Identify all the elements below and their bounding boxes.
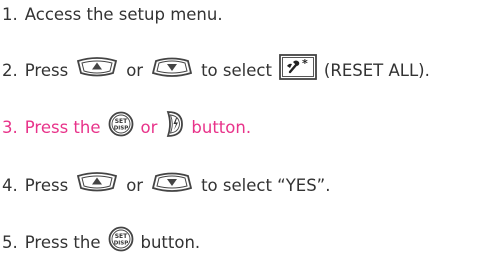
step-number: 3. <box>2 118 18 137</box>
step-1: 1. Access the setup menu. <box>2 1 223 29</box>
step-text-post: button. <box>140 233 201 252</box>
step-3: 3. Press the SET DISP or button. <box>2 110 252 142</box>
step-2: 2. Press or to select * (RESET ALL). <box>2 53 430 87</box>
step-text-post: to select “YES”. <box>201 176 331 195</box>
step-4: 4. Press or to select “YES”. <box>2 171 331 202</box>
reset-all-icon: * <box>279 53 317 89</box>
flash-button-icon <box>164 110 184 147</box>
step-number: 1. <box>2 5 18 24</box>
step-number: 2. <box>2 61 18 80</box>
step-text-or: or <box>126 176 144 195</box>
svg-text:SET: SET <box>114 233 127 240</box>
svg-text:*: * <box>302 57 308 70</box>
svg-text:DISP: DISP <box>113 125 128 131</box>
step-text-post: button. <box>191 118 252 137</box>
down-button-icon <box>150 56 194 87</box>
up-button-icon <box>75 171 119 202</box>
step-text-or: or <box>140 118 158 137</box>
svg-text:SET: SET <box>114 118 127 125</box>
step-number: 4. <box>2 176 18 195</box>
set-disp-button-icon: SET DISP <box>108 111 134 146</box>
set-disp-button-icon: SET DISP <box>108 226 134 261</box>
step-text-pre: Press the <box>24 118 101 137</box>
step-text-pre: Press <box>24 61 69 80</box>
down-button-icon <box>150 171 194 202</box>
step-text: Access the setup menu. <box>24 5 223 24</box>
step-text-pre: Press the <box>24 233 101 252</box>
step-5: 5. Press the SET DISP button. <box>2 226 201 257</box>
step-text-pre: Press <box>24 176 69 195</box>
step-text-post2: (RESET ALL). <box>323 61 430 80</box>
step-text-post: to select <box>201 61 272 80</box>
up-button-icon <box>75 56 119 87</box>
step-text-or: or <box>126 61 144 80</box>
svg-text:DISP: DISP <box>113 240 128 246</box>
step-number: 5. <box>2 233 18 252</box>
